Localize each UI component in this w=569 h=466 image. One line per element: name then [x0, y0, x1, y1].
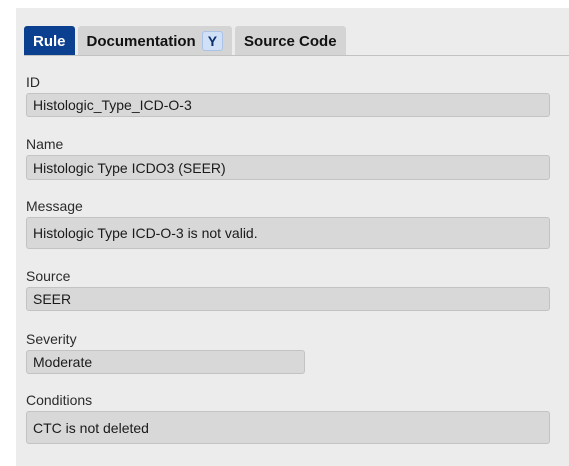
tab-documentation-label: Documentation [86, 32, 196, 50]
id-label: ID [26, 74, 40, 90]
severity-label: Severity [26, 331, 77, 347]
message-field: Histologic Type ICD-O-3 is not valid. [26, 217, 550, 249]
tab-documentation[interactable]: Documentation Y [77, 26, 233, 56]
message-field-group: Message Histologic Type ICD-O-3 is not v… [26, 197, 550, 249]
tab-divider [24, 55, 569, 56]
rule-panel: Rule Documentation Y Source Code ID Hist… [16, 8, 569, 466]
tab-source-code[interactable]: Source Code [235, 26, 346, 56]
severity-field-group: Severity Moderate [26, 330, 305, 374]
name-value: Histologic Type ICDO3 (SEER) [33, 159, 226, 176]
conditions-field: CTC is not deleted [26, 411, 550, 444]
documentation-status-badge: Y [201, 31, 224, 51]
conditions-field-group: Conditions CTC is not deleted [26, 391, 550, 444]
id-field-group: ID Histologic_Type_ICD-O-3 [26, 73, 550, 117]
source-field: SEER [26, 287, 550, 311]
conditions-label: Conditions [26, 392, 93, 408]
source-value: SEER [33, 291, 72, 307]
conditions-value: CTC is not deleted [33, 419, 149, 436]
id-value: Histologic_Type_ICD-O-3 [33, 97, 192, 113]
source-field-group: Source SEER [26, 267, 550, 311]
tab-source-code-label: Source Code [244, 32, 337, 50]
message-value: Histologic Type ICD-O-3 is not valid. [33, 225, 258, 241]
tab-rule[interactable]: Rule [24, 26, 75, 56]
severity-value: Moderate [33, 354, 93, 370]
tab-rule-label: Rule [33, 32, 66, 50]
id-field: Histologic_Type_ICD-O-3 [26, 93, 550, 117]
name-label: Name [26, 136, 64, 152]
tab-bar: Rule Documentation Y Source Code [24, 26, 346, 56]
severity-field: Moderate [26, 350, 305, 374]
message-label: Message [26, 198, 83, 214]
name-field: Histologic Type ICDO3 (SEER) [26, 155, 550, 180]
name-field-group: Name Histologic Type ICDO3 (SEER) [26, 135, 550, 180]
source-label: Source [26, 268, 71, 284]
